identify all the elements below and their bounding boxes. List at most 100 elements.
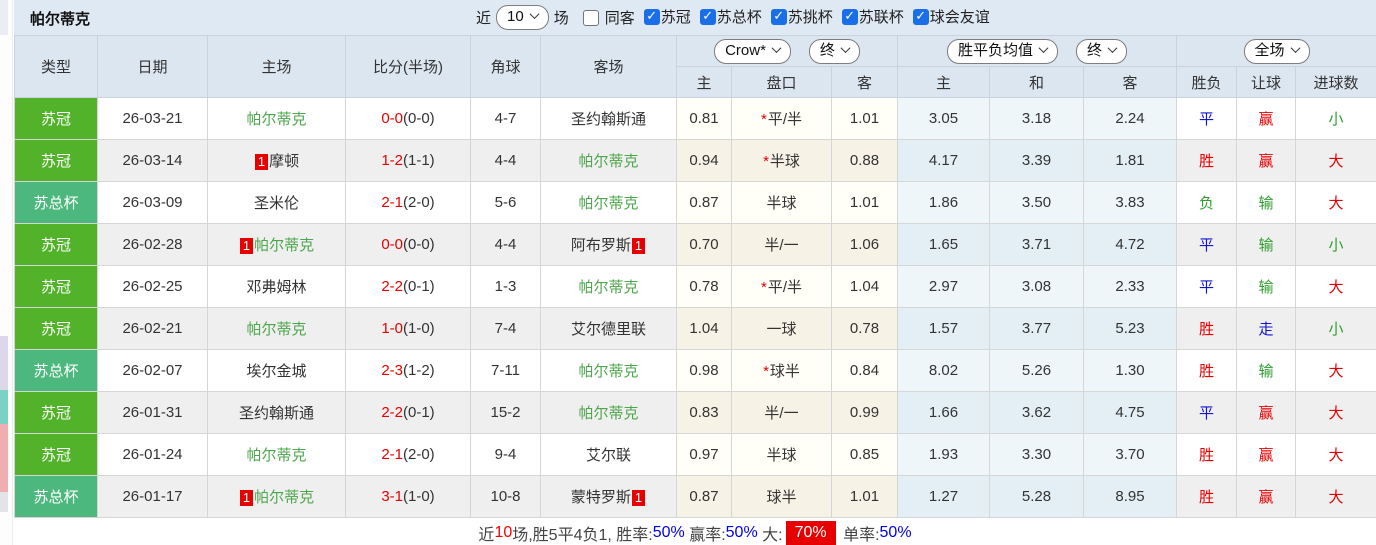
handicap: 半球 bbox=[731, 181, 832, 224]
odds-company-select[interactable]: Crow* bbox=[714, 38, 791, 64]
corner-cell: 9-4 bbox=[470, 433, 541, 476]
near-count-select[interactable]: 10 bbox=[496, 5, 549, 30]
odds-away: 0.85 bbox=[831, 433, 898, 476]
chevron-down-icon bbox=[1107, 42, 1118, 53]
league-filter: 苏联杯 bbox=[841, 6, 904, 27]
chevron-down-icon bbox=[1038, 42, 1049, 53]
avg-draw: 5.26 bbox=[989, 349, 1084, 392]
summary-segment: 近 bbox=[478, 527, 495, 544]
league-checkbox[interactable] bbox=[643, 8, 660, 25]
league-checkbox[interactable] bbox=[699, 8, 716, 25]
odds-away: 1.01 bbox=[831, 475, 898, 518]
league-checkbox-label: 苏联杯 bbox=[858, 9, 904, 27]
avg-draw: 3.50 bbox=[989, 181, 1084, 224]
handicap: 半球 bbox=[731, 433, 832, 476]
table-row: 苏冠 26-02-25 邓弗姆林 2-2(0-1) 1-3 帕尔蒂克 0.78 *平/半 1.0… bbox=[14, 265, 1376, 308]
odds-home: 0.98 bbox=[676, 349, 732, 392]
league-filter: 苏冠 bbox=[643, 6, 691, 27]
score-cell: 1-2(1-1) bbox=[345, 139, 471, 182]
league-checkbox-label: 苏冠 bbox=[660, 9, 691, 27]
goals-cell: 大 bbox=[1294, 475, 1376, 518]
home-team[interactable]: 1 帕尔蒂克 bbox=[207, 223, 346, 266]
summary-segment: 50% bbox=[652, 524, 685, 541]
away-team[interactable]: 帕尔蒂克 bbox=[540, 349, 677, 392]
match-date: 26-03-14 bbox=[97, 139, 208, 182]
rank-badge: 1 bbox=[254, 154, 269, 170]
league-checkbox[interactable] bbox=[912, 8, 929, 25]
odds-away: 1.04 bbox=[831, 265, 898, 308]
avg-group-header: 胜平负均值 终 bbox=[897, 35, 1177, 67]
summary-segment: 赢率: bbox=[684, 527, 726, 544]
handicap: *平/半 bbox=[731, 265, 832, 308]
match-date: 26-02-07 bbox=[97, 349, 208, 392]
home-team[interactable]: 邓弗姆林 bbox=[207, 265, 346, 308]
table-row: 苏冠 26-03-21 帕尔蒂克 0-0(0-0) 4-7 圣约翰斯通 0.81 *平/半 1.… bbox=[14, 97, 1376, 140]
away-team[interactable]: 帕尔蒂克 bbox=[540, 265, 677, 308]
scope-select[interactable]: 全场 bbox=[1243, 38, 1310, 64]
avg-type-select[interactable]: 胜平负均值 bbox=[946, 38, 1058, 64]
away-team[interactable]: 艾尔德里联 bbox=[540, 307, 677, 350]
handicap-result-cell: 输 bbox=[1236, 181, 1296, 224]
handicap: 半/一 bbox=[731, 223, 832, 266]
odds-company-value: Crow* bbox=[725, 41, 766, 59]
odds-home: 0.81 bbox=[676, 97, 732, 140]
league-type-badge: 苏冠 bbox=[14, 307, 98, 350]
avg-home: 1.65 bbox=[897, 223, 990, 266]
handicap: 半/一 bbox=[731, 391, 832, 434]
avg-state-select[interactable]: 终 bbox=[1076, 38, 1128, 64]
live-star-icon: * bbox=[763, 363, 769, 380]
avg-away: 4.75 bbox=[1083, 391, 1177, 434]
away-team[interactable]: 帕尔蒂克 bbox=[540, 181, 677, 224]
summary-footer: 近 10 场,胜5平4负1, 胜率: 50% 赢率: 50% 大: 70% 单率: 50% bbox=[14, 518, 1376, 545]
rank-badge: 1 bbox=[239, 238, 254, 254]
table-row: 苏总杯 26-02-07 埃尔金城 2-3(1-2) 7-11 帕尔蒂克 0.98 *球半 0.… bbox=[14, 349, 1376, 392]
same-away-checkbox[interactable] bbox=[582, 9, 599, 26]
league-checkbox-label: 苏总杯 bbox=[716, 9, 762, 27]
avg-away: 1.81 bbox=[1083, 139, 1177, 182]
away-team[interactable]: 艾尔联 bbox=[540, 433, 677, 476]
match-history-table: 类型 日期 主场 比分(半场) 角球 客场 Crow* 终 胜平负均值 终 全场… bbox=[14, 35, 1376, 518]
handicap: 球半 bbox=[731, 475, 832, 518]
league-checkbox[interactable] bbox=[770, 8, 787, 25]
avg-away: 3.70 bbox=[1083, 433, 1177, 476]
home-team[interactable]: 帕尔蒂克 bbox=[207, 97, 346, 140]
handicap-result-cell: 赢 bbox=[1236, 97, 1296, 140]
handicap-result-cell: 输 bbox=[1236, 265, 1296, 308]
col-header-avg-home: 主 bbox=[897, 66, 990, 98]
league-type-badge: 苏总杯 bbox=[14, 181, 98, 224]
away-team[interactable]: 圣约翰斯通 bbox=[540, 97, 677, 140]
odds-state-select[interactable]: 终 bbox=[808, 38, 860, 64]
home-team[interactable]: 1 摩顿 bbox=[207, 139, 346, 182]
home-team[interactable]: 圣米伦 bbox=[207, 181, 346, 224]
avg-draw: 3.30 bbox=[989, 433, 1084, 476]
scope-value: 全场 bbox=[1254, 41, 1285, 59]
col-header-odds-home: 主 bbox=[676, 66, 732, 98]
away-team[interactable]: 帕尔蒂克 bbox=[540, 139, 677, 182]
handicap: *半球 bbox=[731, 139, 832, 182]
home-team[interactable]: 帕尔蒂克 bbox=[207, 433, 346, 476]
away-team[interactable]: 阿布罗斯 1 bbox=[540, 223, 677, 266]
avg-home: 3.05 bbox=[897, 97, 990, 140]
chevron-down-icon bbox=[529, 9, 540, 20]
avg-away: 8.95 bbox=[1083, 475, 1177, 518]
home-team[interactable]: 1 帕尔蒂克 bbox=[207, 475, 346, 518]
home-team[interactable]: 埃尔金城 bbox=[207, 349, 346, 392]
away-team[interactable]: 帕尔蒂克 bbox=[540, 391, 677, 434]
avg-home: 1.93 bbox=[897, 433, 990, 476]
odds-away: 1.01 bbox=[831, 97, 898, 140]
league-filter-group: 苏冠 苏总杯 苏挑杯 苏联杯 球会友谊 bbox=[635, 6, 990, 29]
summary-segment: 10 bbox=[494, 524, 513, 541]
edge-fragment bbox=[0, 424, 8, 492]
score-cell: 2-1(2-0) bbox=[345, 181, 471, 224]
odds-home: 0.70 bbox=[676, 223, 732, 266]
odds-state-value: 终 bbox=[819, 41, 835, 59]
odds-away: 1.01 bbox=[831, 181, 898, 224]
home-team[interactable]: 圣约翰斯通 bbox=[207, 391, 346, 434]
league-type-badge: 苏总杯 bbox=[14, 349, 98, 392]
away-team[interactable]: 蒙特罗斯 1 bbox=[540, 475, 677, 518]
match-date: 26-01-31 bbox=[97, 391, 208, 434]
home-team[interactable]: 帕尔蒂克 bbox=[207, 307, 346, 350]
live-star-icon: * bbox=[763, 153, 769, 170]
league-checkbox[interactable] bbox=[841, 8, 858, 25]
same-away-filter: 同客 bbox=[582, 7, 635, 28]
